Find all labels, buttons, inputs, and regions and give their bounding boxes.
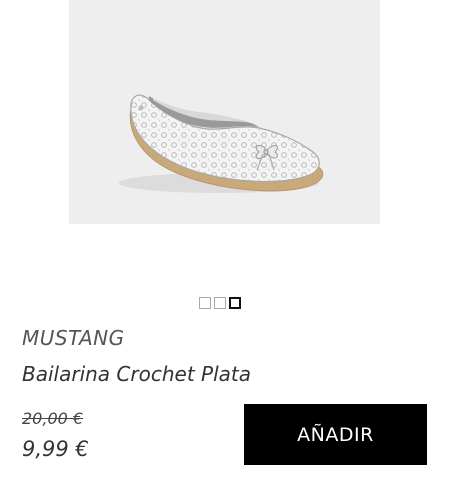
brand-name: MUSTANG <box>22 326 125 350</box>
shoe-image <box>119 94 324 193</box>
original-price: 20,00 € <box>22 409 84 428</box>
sale-price: 9,99 € <box>22 437 89 461</box>
product-image[interactable] <box>69 0 380 224</box>
carousel-dot-active[interactable] <box>229 297 241 309</box>
product-title[interactable]: Bailarina Crochet Plata <box>22 362 251 386</box>
carousel-dot[interactable] <box>214 297 226 309</box>
carousel-indicators <box>199 297 241 309</box>
product-card: MUSTANG Bailarina Crochet Plata 20,00 € … <box>0 0 450 477</box>
add-to-cart-button[interactable]: AÑADIR <box>244 404 427 465</box>
carousel-dot[interactable] <box>199 297 211 309</box>
